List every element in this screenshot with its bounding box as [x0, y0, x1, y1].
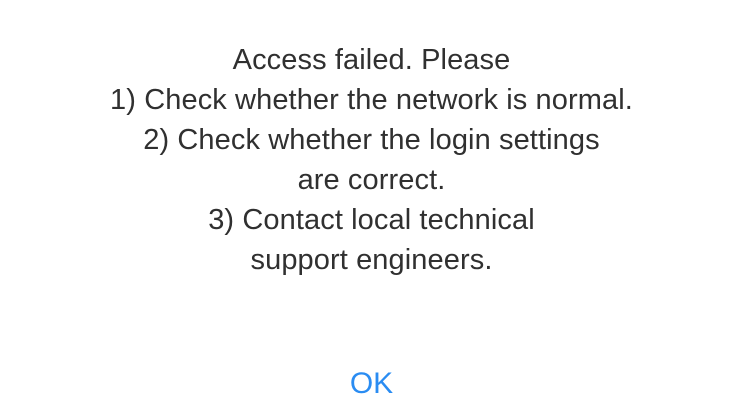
message-line: Access failed. Please — [232, 44, 511, 76]
message-line: 3) Contact local technical — [208, 204, 535, 236]
ok-button[interactable]: OK — [0, 362, 743, 406]
message-line: 2) Check whether the login settings — [143, 124, 600, 156]
message-line: 1) Check whether the network is normal. — [110, 84, 633, 116]
alert-dialog: Access failed. Please 1) Check whether t… — [0, 0, 743, 419]
message-line: are correct. — [297, 164, 446, 196]
message-line: support engineers. — [250, 244, 493, 276]
dialog-message: Access failed. Please 1) Check whether t… — [0, 40, 743, 280]
